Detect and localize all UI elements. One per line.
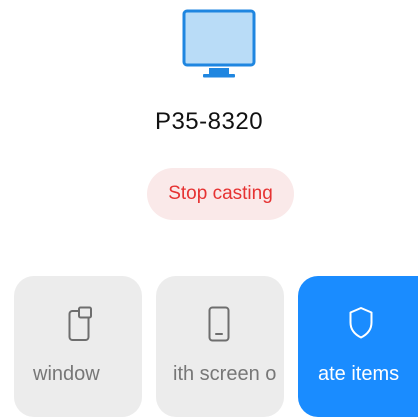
small-window-icon: [68, 306, 92, 341]
stop-casting-label: Stop casting: [168, 183, 273, 204]
stop-casting-button[interactable]: Stop casting: [147, 168, 294, 220]
hide-private-items-label: ate items: [318, 363, 400, 385]
phone-icon: [208, 306, 230, 342]
shield-icon: [349, 307, 373, 339]
screen-off-button[interactable]: ith screen o: [156, 276, 284, 417]
small-window-label: window: [33, 363, 100, 385]
hide-private-items-button[interactable]: ate items: [298, 276, 418, 417]
monitor-icon: [182, 9, 256, 78]
device-name: P35-8320: [154, 108, 264, 135]
small-window-button[interactable]: window: [14, 276, 142, 417]
screen-off-label: ith screen o: [173, 363, 277, 385]
